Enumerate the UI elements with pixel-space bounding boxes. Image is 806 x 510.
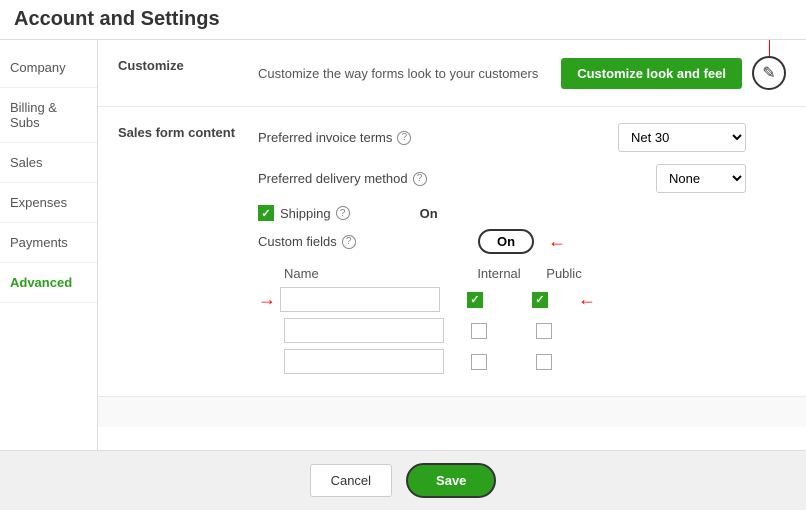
cf-row-2: [284, 318, 786, 343]
custom-fields-label: Custom fields ?: [258, 234, 478, 249]
customize-description: Customize the way forms look to your cus…: [258, 66, 561, 81]
cf-row3-public-cell: [514, 354, 574, 370]
cf-row1-right-arrow: ←: [578, 289, 596, 310]
cf-row3-internal-cell: [444, 354, 514, 370]
cf-internal-header: Internal: [464, 266, 534, 281]
invoice-terms-select[interactable]: Net 30 Net 15 Due on Receipt: [618, 123, 746, 152]
cf-row1-internal-cell: [440, 292, 510, 308]
custom-fields-table: Name Internal Public →: [258, 266, 786, 374]
cf-row1-public-cell: [510, 292, 570, 308]
custom-fields-section: Custom fields ? On ← Name Internal: [258, 229, 786, 374]
cf-row2-internal-checkbox[interactable]: [471, 323, 487, 339]
cf-name-header: Name: [284, 266, 464, 281]
cf-row2-public-checkbox[interactable]: [536, 323, 552, 339]
customize-look-feel-button[interactable]: Customize look and feel: [561, 58, 742, 89]
sales-form-label: Sales form content: [118, 123, 258, 140]
sales-form-content: Preferred invoice terms ? Net 30 Net 15 …: [258, 123, 786, 380]
customize-section: Customize Customize the way forms look t…: [98, 40, 806, 107]
sidebar-item-expenses[interactable]: Expenses: [0, 183, 97, 223]
sidebar-item-company[interactable]: Company: [0, 48, 97, 88]
cancel-button[interactable]: Cancel: [310, 464, 392, 497]
sidebar-item-sales[interactable]: Sales: [0, 143, 97, 183]
delivery-method-help-icon[interactable]: ?: [413, 172, 427, 186]
cf-row1-internal-checkbox[interactable]: [467, 292, 483, 308]
sidebar: Company Billing & Subs Sales Expenses Pa…: [0, 40, 98, 450]
invoice-terms-row: Preferred invoice terms ? Net 30 Net 15 …: [258, 123, 786, 152]
custom-fields-row: Custom fields ? On ←: [258, 229, 786, 254]
invoice-terms-help-icon[interactable]: ?: [397, 131, 411, 145]
shipping-on-text: On: [420, 206, 438, 221]
cf-row2-name-input[interactable]: [284, 318, 444, 343]
edit-icon-button[interactable]: ✎ ↓: [752, 56, 786, 90]
sales-form-section: Sales form content Preferred invoice ter…: [98, 107, 806, 397]
cf-header-row: Name Internal Public: [284, 266, 786, 281]
delivery-method-select[interactable]: None Email Print: [656, 164, 746, 193]
edit-icon: ✎: [762, 63, 775, 83]
cf-row2-public-cell: [514, 323, 574, 339]
custom-fields-help-icon[interactable]: ?: [342, 235, 356, 249]
footer-bar: Cancel Save: [0, 450, 806, 510]
customize-label: Customize: [118, 56, 258, 73]
customize-content: Customize the way forms look to your cus…: [258, 56, 786, 90]
spacer: [98, 397, 806, 427]
shipping-row: Shipping ? On: [258, 205, 786, 221]
cf-row1-public-checkbox[interactable]: [532, 292, 548, 308]
invoice-terms-label: Preferred invoice terms ?: [258, 130, 478, 145]
sidebar-item-advanced[interactable]: Advanced: [0, 263, 97, 303]
cf-public-header: Public: [534, 266, 594, 281]
cf-row-3: [284, 349, 786, 374]
customize-btn-area: Customize look and feel ✎ ↓: [561, 56, 786, 90]
page-title: Account and Settings: [0, 0, 806, 40]
content-area: Customize Customize the way forms look t…: [98, 40, 806, 450]
sidebar-item-payments[interactable]: Payments: [0, 223, 97, 263]
cf-row2-internal-cell: [444, 323, 514, 339]
custom-fields-toggle[interactable]: On: [478, 229, 534, 254]
cf-row-1: → ←: [258, 287, 786, 312]
cf-row3-name-input[interactable]: [284, 349, 444, 374]
delivery-method-label: Preferred delivery method ?: [258, 171, 478, 186]
shipping-label: Shipping: [280, 206, 331, 221]
cf-row3-internal-checkbox[interactable]: [471, 354, 487, 370]
shipping-help-icon[interactable]: ?: [336, 206, 350, 220]
save-button[interactable]: Save: [406, 463, 496, 498]
cf-row1-arrow: →: [258, 289, 276, 310]
custom-fields-arrow: ←: [548, 231, 566, 252]
cf-row3-public-checkbox[interactable]: [536, 354, 552, 370]
cf-row1-name-input[interactable]: [280, 287, 440, 312]
shipping-checkbox[interactable]: [258, 205, 274, 221]
delivery-method-row: Preferred delivery method ? None Email P…: [258, 164, 786, 193]
sidebar-item-billing[interactable]: Billing & Subs: [0, 88, 97, 143]
